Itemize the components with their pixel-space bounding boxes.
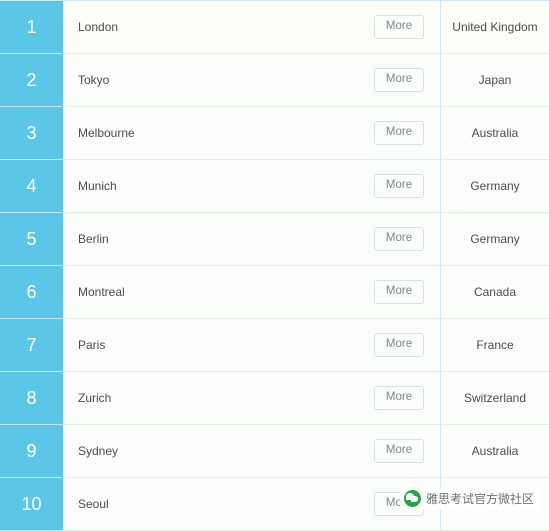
rank-cell: 8: [0, 372, 64, 425]
table-row: 5 Berlin More Germany: [0, 213, 549, 266]
country-cell: Australia: [441, 425, 549, 478]
city-cell: Melbourne: [64, 107, 359, 160]
more-cell: More: [358, 213, 441, 266]
more-cell: More: [358, 425, 441, 478]
rank-cell: 6: [0, 266, 64, 319]
more-button[interactable]: More: [374, 333, 424, 357]
country-cell: Switzerland: [441, 372, 549, 425]
country-cell: Germany: [441, 160, 549, 213]
more-cell: More: [358, 160, 441, 213]
rank-cell: 2: [0, 54, 64, 107]
wechat-icon: [404, 490, 421, 507]
rank-cell: 9: [0, 425, 64, 478]
rank-value: 6: [0, 266, 63, 318]
rank-value: 1: [0, 1, 63, 53]
more-cell: More: [358, 107, 441, 160]
table-row: 9 Sydney More Australia: [0, 425, 549, 478]
rank-cell: 3: [0, 107, 64, 160]
table-row: 2 Tokyo More Japan: [0, 54, 549, 107]
more-button[interactable]: More: [374, 386, 424, 410]
rank-cell: 7: [0, 319, 64, 372]
more-button[interactable]: More: [374, 121, 424, 145]
rank-value: 9: [0, 425, 63, 477]
rank-cell: 10: [0, 478, 64, 531]
city-cell: Berlin: [64, 213, 359, 266]
more-cell: More: [358, 266, 441, 319]
watermark: 雅思考试官方微社区: [400, 487, 541, 510]
country-cell: Australia: [441, 107, 549, 160]
more-button[interactable]: More: [374, 280, 424, 304]
ranking-table: 1 London More United Kingdom 2 Tokyo Mor…: [0, 1, 549, 531]
more-cell: More: [358, 372, 441, 425]
rank-value: 10: [0, 478, 63, 530]
city-cell: Tokyo: [64, 54, 359, 107]
country-cell: Germany: [441, 213, 549, 266]
more-cell: More: [358, 1, 441, 54]
country-cell: France: [441, 319, 549, 372]
city-cell: Paris: [64, 319, 359, 372]
table-row: 1 London More United Kingdom: [0, 1, 549, 54]
rank-value: 8: [0, 372, 63, 424]
city-cell: Seoul: [64, 478, 359, 531]
more-cell: More: [358, 54, 441, 107]
city-cell: Zurich: [64, 372, 359, 425]
rank-cell: 4: [0, 160, 64, 213]
country-cell: Japan: [441, 54, 549, 107]
rank-cell: 5: [0, 213, 64, 266]
table-row: 6 Montreal More Canada: [0, 266, 549, 319]
table-row: 8 Zurich More Switzerland: [0, 372, 549, 425]
rank-value: 7: [0, 319, 63, 371]
rank-value: 4: [0, 160, 63, 212]
rank-value: 2: [0, 54, 63, 106]
city-cell: Montreal: [64, 266, 359, 319]
table-row: 7 Paris More France: [0, 319, 549, 372]
country-cell: United Kingdom: [441, 1, 549, 54]
more-cell: More: [358, 319, 441, 372]
more-button[interactable]: More: [374, 174, 424, 198]
city-cell: Sydney: [64, 425, 359, 478]
more-button[interactable]: More: [374, 227, 424, 251]
more-button[interactable]: More: [374, 68, 424, 92]
city-cell: London: [64, 1, 359, 54]
rank-cell: 1: [0, 1, 64, 54]
city-cell: Munich: [64, 160, 359, 213]
ranking-table-body: 1 London More United Kingdom 2 Tokyo Mor…: [0, 1, 549, 531]
country-cell: Canada: [441, 266, 549, 319]
more-button[interactable]: More: [374, 15, 424, 39]
rank-value: 3: [0, 107, 63, 159]
rank-value: 5: [0, 213, 63, 265]
ranking-table-container: 1 London More United Kingdom 2 Tokyo Mor…: [0, 0, 549, 518]
watermark-label: 雅思考试官方微社区: [426, 490, 534, 507]
more-button[interactable]: More: [374, 439, 424, 463]
table-row: 3 Melbourne More Australia: [0, 107, 549, 160]
table-row: 4 Munich More Germany: [0, 160, 549, 213]
